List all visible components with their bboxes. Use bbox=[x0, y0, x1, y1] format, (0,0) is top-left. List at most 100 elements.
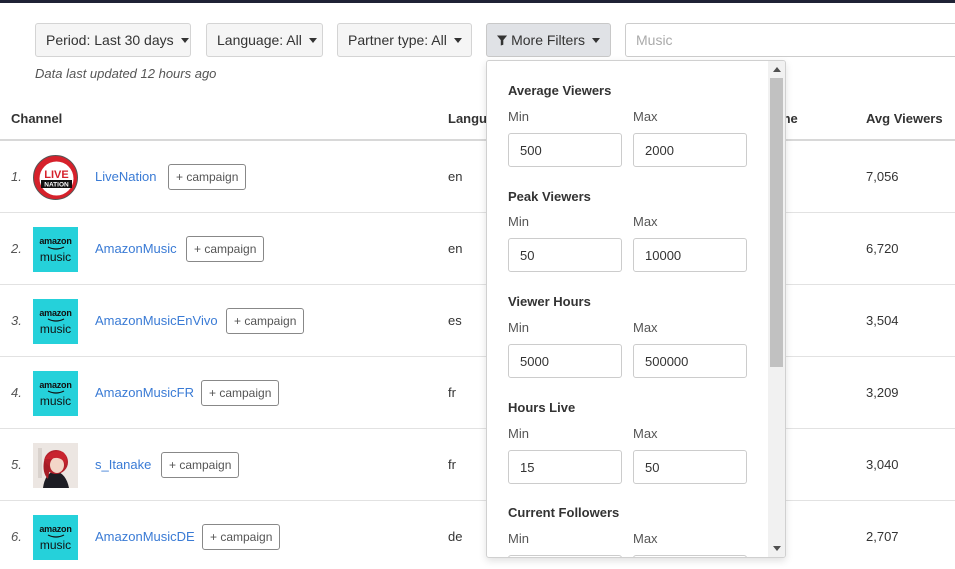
peak-viewers-max-input[interactable] bbox=[633, 238, 747, 272]
add-campaign-button[interactable]: + campaign bbox=[168, 164, 247, 190]
more-filters-label: More Filters bbox=[511, 32, 585, 48]
table-row: 6. amazon music AmazonMusicDE + campaign… bbox=[0, 501, 955, 569]
amazon-logo-text: amazon bbox=[39, 307, 72, 318]
max-label: Max bbox=[633, 109, 658, 124]
header-avg-viewers[interactable]: Avg Viewers bbox=[866, 111, 943, 126]
channel-language: de bbox=[448, 529, 463, 544]
channel-language: fr bbox=[448, 457, 456, 472]
scroll-up-icon[interactable] bbox=[773, 67, 781, 72]
caret-down-icon bbox=[592, 37, 600, 43]
period-filter-button[interactable]: Period: Last 30 days bbox=[35, 23, 191, 57]
peak-viewers-min-input[interactable] bbox=[508, 238, 622, 272]
scrollbar-thumb[interactable] bbox=[770, 78, 783, 367]
viewer-hours-min-input[interactable] bbox=[508, 344, 622, 378]
amazon-music-logo[interactable]: amazon music bbox=[33, 371, 78, 416]
filter-title-current-followers: Current Followers bbox=[508, 505, 620, 520]
channel-name-link[interactable]: AmazonMusicEnVivo bbox=[95, 313, 218, 328]
channel-name-link[interactable]: s_Itanake bbox=[95, 457, 151, 472]
channel-name-link[interactable]: AmazonMusicFR bbox=[95, 385, 194, 400]
table-row: 1. LIVE NATION LiveNation + campaign en … bbox=[0, 141, 955, 213]
viewer-hours-max-input[interactable] bbox=[633, 344, 747, 378]
add-campaign-button[interactable]: + campaign bbox=[161, 452, 240, 478]
amazon-logo-text: amazon bbox=[39, 523, 72, 534]
add-campaign-button[interactable]: + campaign bbox=[226, 308, 305, 334]
filter-title-viewer-hours: Viewer Hours bbox=[508, 294, 591, 309]
amazon-music-logo[interactable]: amazon music bbox=[33, 227, 78, 272]
add-campaign-button[interactable]: + campaign bbox=[201, 380, 280, 406]
rank: 5. bbox=[11, 457, 22, 472]
channel-name-link[interactable]: AmazonMusicDE bbox=[95, 529, 195, 544]
music-logo-text: music bbox=[39, 537, 72, 552]
scroll-down-icon[interactable] bbox=[773, 546, 781, 551]
language-filter-label: Language: All bbox=[217, 32, 302, 48]
logo-text-live: LIVE bbox=[44, 169, 68, 181]
anime-character-image bbox=[33, 443, 78, 488]
amazon-logo-text: amazon bbox=[39, 379, 72, 390]
max-label: Max bbox=[633, 320, 658, 335]
min-label: Min bbox=[508, 214, 529, 229]
table-header: Channel Langu me Avg Viewers bbox=[0, 98, 955, 141]
anime-avatar[interactable] bbox=[33, 443, 78, 488]
caret-down-icon bbox=[180, 37, 189, 43]
avg-viewers-value: 3,040 bbox=[866, 457, 899, 472]
current-followers-max-input[interactable] bbox=[633, 555, 747, 557]
rank: 6. bbox=[11, 529, 22, 544]
filter-title-hours-live: Hours Live bbox=[508, 400, 576, 415]
header-channel[interactable]: Channel bbox=[11, 111, 62, 126]
partner-filter-button[interactable]: Partner type: All bbox=[337, 23, 472, 57]
table-row: 5. s_Itanake + campaign fr 3,040 bbox=[0, 429, 955, 501]
channel-language: en bbox=[448, 241, 463, 256]
partner-filter-label: Partner type: All bbox=[348, 32, 447, 48]
channel-language: en bbox=[448, 169, 463, 184]
livenation-logo-avatar[interactable]: LIVE NATION bbox=[33, 155, 78, 200]
avg-viewers-value: 6,720 bbox=[866, 241, 899, 256]
more-filters-dropdown: Average Viewers Min Max Peak Viewers Min… bbox=[486, 60, 786, 558]
channel-language: fr bbox=[448, 385, 456, 400]
top-bar bbox=[0, 0, 955, 3]
rank: 3. bbox=[11, 313, 22, 328]
funnel-icon bbox=[497, 34, 508, 46]
music-logo-text: music bbox=[39, 249, 72, 264]
avg-viewers-value: 7,056 bbox=[866, 169, 899, 184]
min-label: Min bbox=[508, 426, 529, 441]
rank: 4. bbox=[11, 385, 22, 400]
caret-down-icon bbox=[308, 37, 317, 43]
livenation-logo: LIVE NATION bbox=[34, 156, 77, 199]
dropdown-scrollbar[interactable] bbox=[768, 61, 785, 557]
avg-viewers-value: 3,504 bbox=[866, 313, 899, 328]
add-campaign-button[interactable]: + campaign bbox=[202, 524, 281, 550]
max-label: Max bbox=[633, 531, 658, 546]
data-updated-text: Data last updated 12 hours ago bbox=[35, 66, 217, 81]
hours-live-max-input[interactable] bbox=[633, 450, 747, 484]
language-filter-button[interactable]: Language: All bbox=[206, 23, 323, 57]
channel-name-link[interactable]: LiveNation bbox=[95, 169, 156, 184]
min-label: Min bbox=[508, 531, 529, 546]
avg-viewers-value: 3,209 bbox=[866, 385, 899, 400]
period-filter-label: Period: Last 30 days bbox=[46, 32, 174, 48]
amazon-music-logo[interactable]: amazon music bbox=[33, 299, 78, 344]
filter-title-average-viewers: Average Viewers bbox=[508, 83, 612, 98]
avg-viewers-value: 2,707 bbox=[866, 529, 899, 544]
rank: 2. bbox=[11, 241, 22, 256]
amazon-music-logo[interactable]: amazon music bbox=[33, 515, 78, 560]
max-label: Max bbox=[633, 214, 658, 229]
amazon-logo-text: amazon bbox=[39, 235, 72, 246]
hours-live-min-input[interactable] bbox=[508, 450, 622, 484]
music-logo-text: music bbox=[39, 393, 72, 408]
table-row: 4. amazon music AmazonMusicFR + campaign… bbox=[0, 357, 955, 429]
search-input[interactable] bbox=[625, 23, 955, 57]
channel-name-link[interactable]: AmazonMusic bbox=[95, 241, 177, 256]
min-label: Min bbox=[508, 109, 529, 124]
table-row: 2. amazon music AmazonMusic + campaign e… bbox=[0, 213, 955, 285]
average-viewers-min-input[interactable] bbox=[508, 133, 622, 167]
channel-language: es bbox=[448, 313, 462, 328]
music-logo-text: music bbox=[39, 321, 72, 336]
header-language[interactable]: Langu bbox=[448, 111, 487, 126]
add-campaign-button[interactable]: + campaign bbox=[186, 236, 265, 262]
max-label: Max bbox=[633, 426, 658, 441]
average-viewers-max-input[interactable] bbox=[633, 133, 747, 167]
table-row: 3. amazon music AmazonMusicEnVivo + camp… bbox=[0, 285, 955, 357]
logo-text-nation: NATION bbox=[44, 182, 69, 189]
more-filters-button[interactable]: More Filters bbox=[486, 23, 611, 57]
current-followers-min-input[interactable] bbox=[508, 555, 622, 557]
